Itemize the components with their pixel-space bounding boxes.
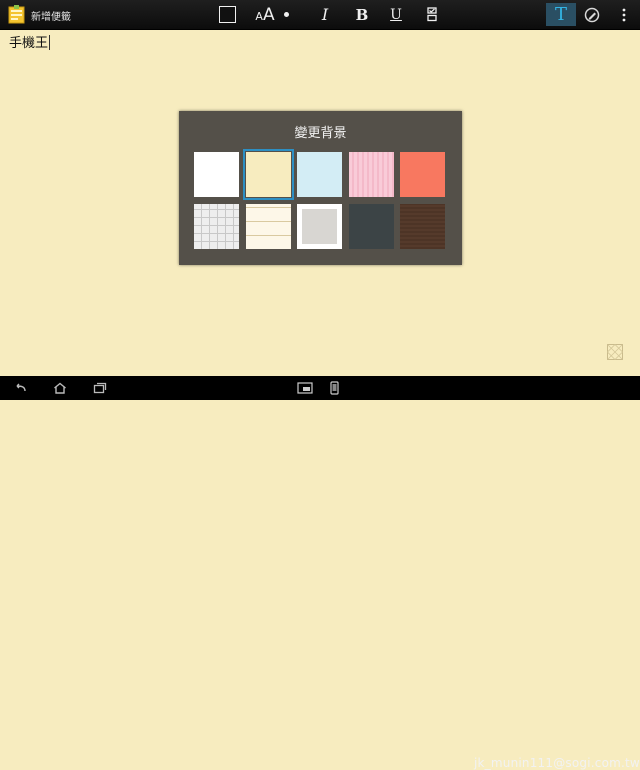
recent-apps-icon	[93, 382, 107, 394]
bold-icon: B	[355, 5, 369, 24]
brush-size-button[interactable]	[280, 3, 292, 26]
watermark-text: jk_munin111@sogi.com.tw	[474, 756, 640, 770]
note-text: 手機王	[9, 36, 49, 51]
checklist-icon	[426, 7, 437, 22]
home-button[interactable]	[52, 380, 68, 396]
background-option-pink-striped[interactable]	[348, 152, 394, 197]
background-option-grid-paper[interactable]	[194, 204, 239, 249]
background-option-gray-framed[interactable]	[297, 204, 342, 249]
draw-mode-icon	[584, 7, 600, 22]
app-title: 新增便籤	[31, 12, 71, 23]
checklist-button[interactable]	[423, 3, 441, 26]
screenshot-icon	[297, 382, 313, 394]
background-option-coral[interactable]	[400, 152, 445, 197]
font-size-icon: AA	[255, 4, 275, 25]
back-button[interactable]	[12, 380, 28, 396]
recent-apps-button[interactable]	[92, 380, 108, 396]
italic-icon: I	[321, 5, 329, 24]
phone-button[interactable]	[326, 380, 342, 396]
screenshot-button[interactable]	[296, 380, 314, 396]
background-option-dark-brown[interactable]	[400, 204, 445, 249]
pattern-toggle-icon[interactable]	[607, 344, 623, 360]
bold-button[interactable]: B	[351, 3, 373, 26]
sticky-note-icon	[8, 5, 25, 24]
home-icon	[54, 382, 66, 394]
text-mode-icon: T	[554, 4, 567, 25]
change-background-dialog: 變更背景	[179, 111, 462, 265]
underline-icon: U	[390, 6, 402, 23]
text-cursor	[49, 35, 51, 50]
background-option-cream[interactable]	[242, 149, 294, 200]
text-color-button[interactable]	[216, 3, 238, 26]
background-option-dark-slate[interactable]	[348, 204, 394, 249]
back-icon	[16, 383, 26, 392]
action-bar: 新增便籤 AA I B U T	[0, 0, 640, 30]
draw-mode-button[interactable]	[580, 3, 604, 26]
underline-button[interactable]: U	[385, 3, 407, 26]
font-size-button[interactable]: AA	[252, 3, 278, 26]
background-option-white[interactable]	[194, 152, 239, 197]
dialog-title: 變更背景	[294, 126, 347, 141]
overflow-menu-button[interactable]	[617, 3, 631, 26]
note-text-area[interactable]: 手機王	[9, 32, 51, 51]
color-swatch-icon	[218, 6, 236, 23]
text-mode-button[interactable]: T	[546, 3, 576, 26]
italic-button[interactable]: I	[314, 3, 336, 26]
background-option-lined-paper[interactable]	[245, 204, 291, 249]
brush-size-dot-icon	[283, 12, 289, 17]
background-option-light-blue[interactable]	[297, 152, 342, 197]
overflow-menu-icon	[622, 8, 626, 21]
system-navigation-bar: jk_munin111@sogi.com.tw	[0, 376, 640, 770]
phone-icon	[329, 381, 339, 395]
